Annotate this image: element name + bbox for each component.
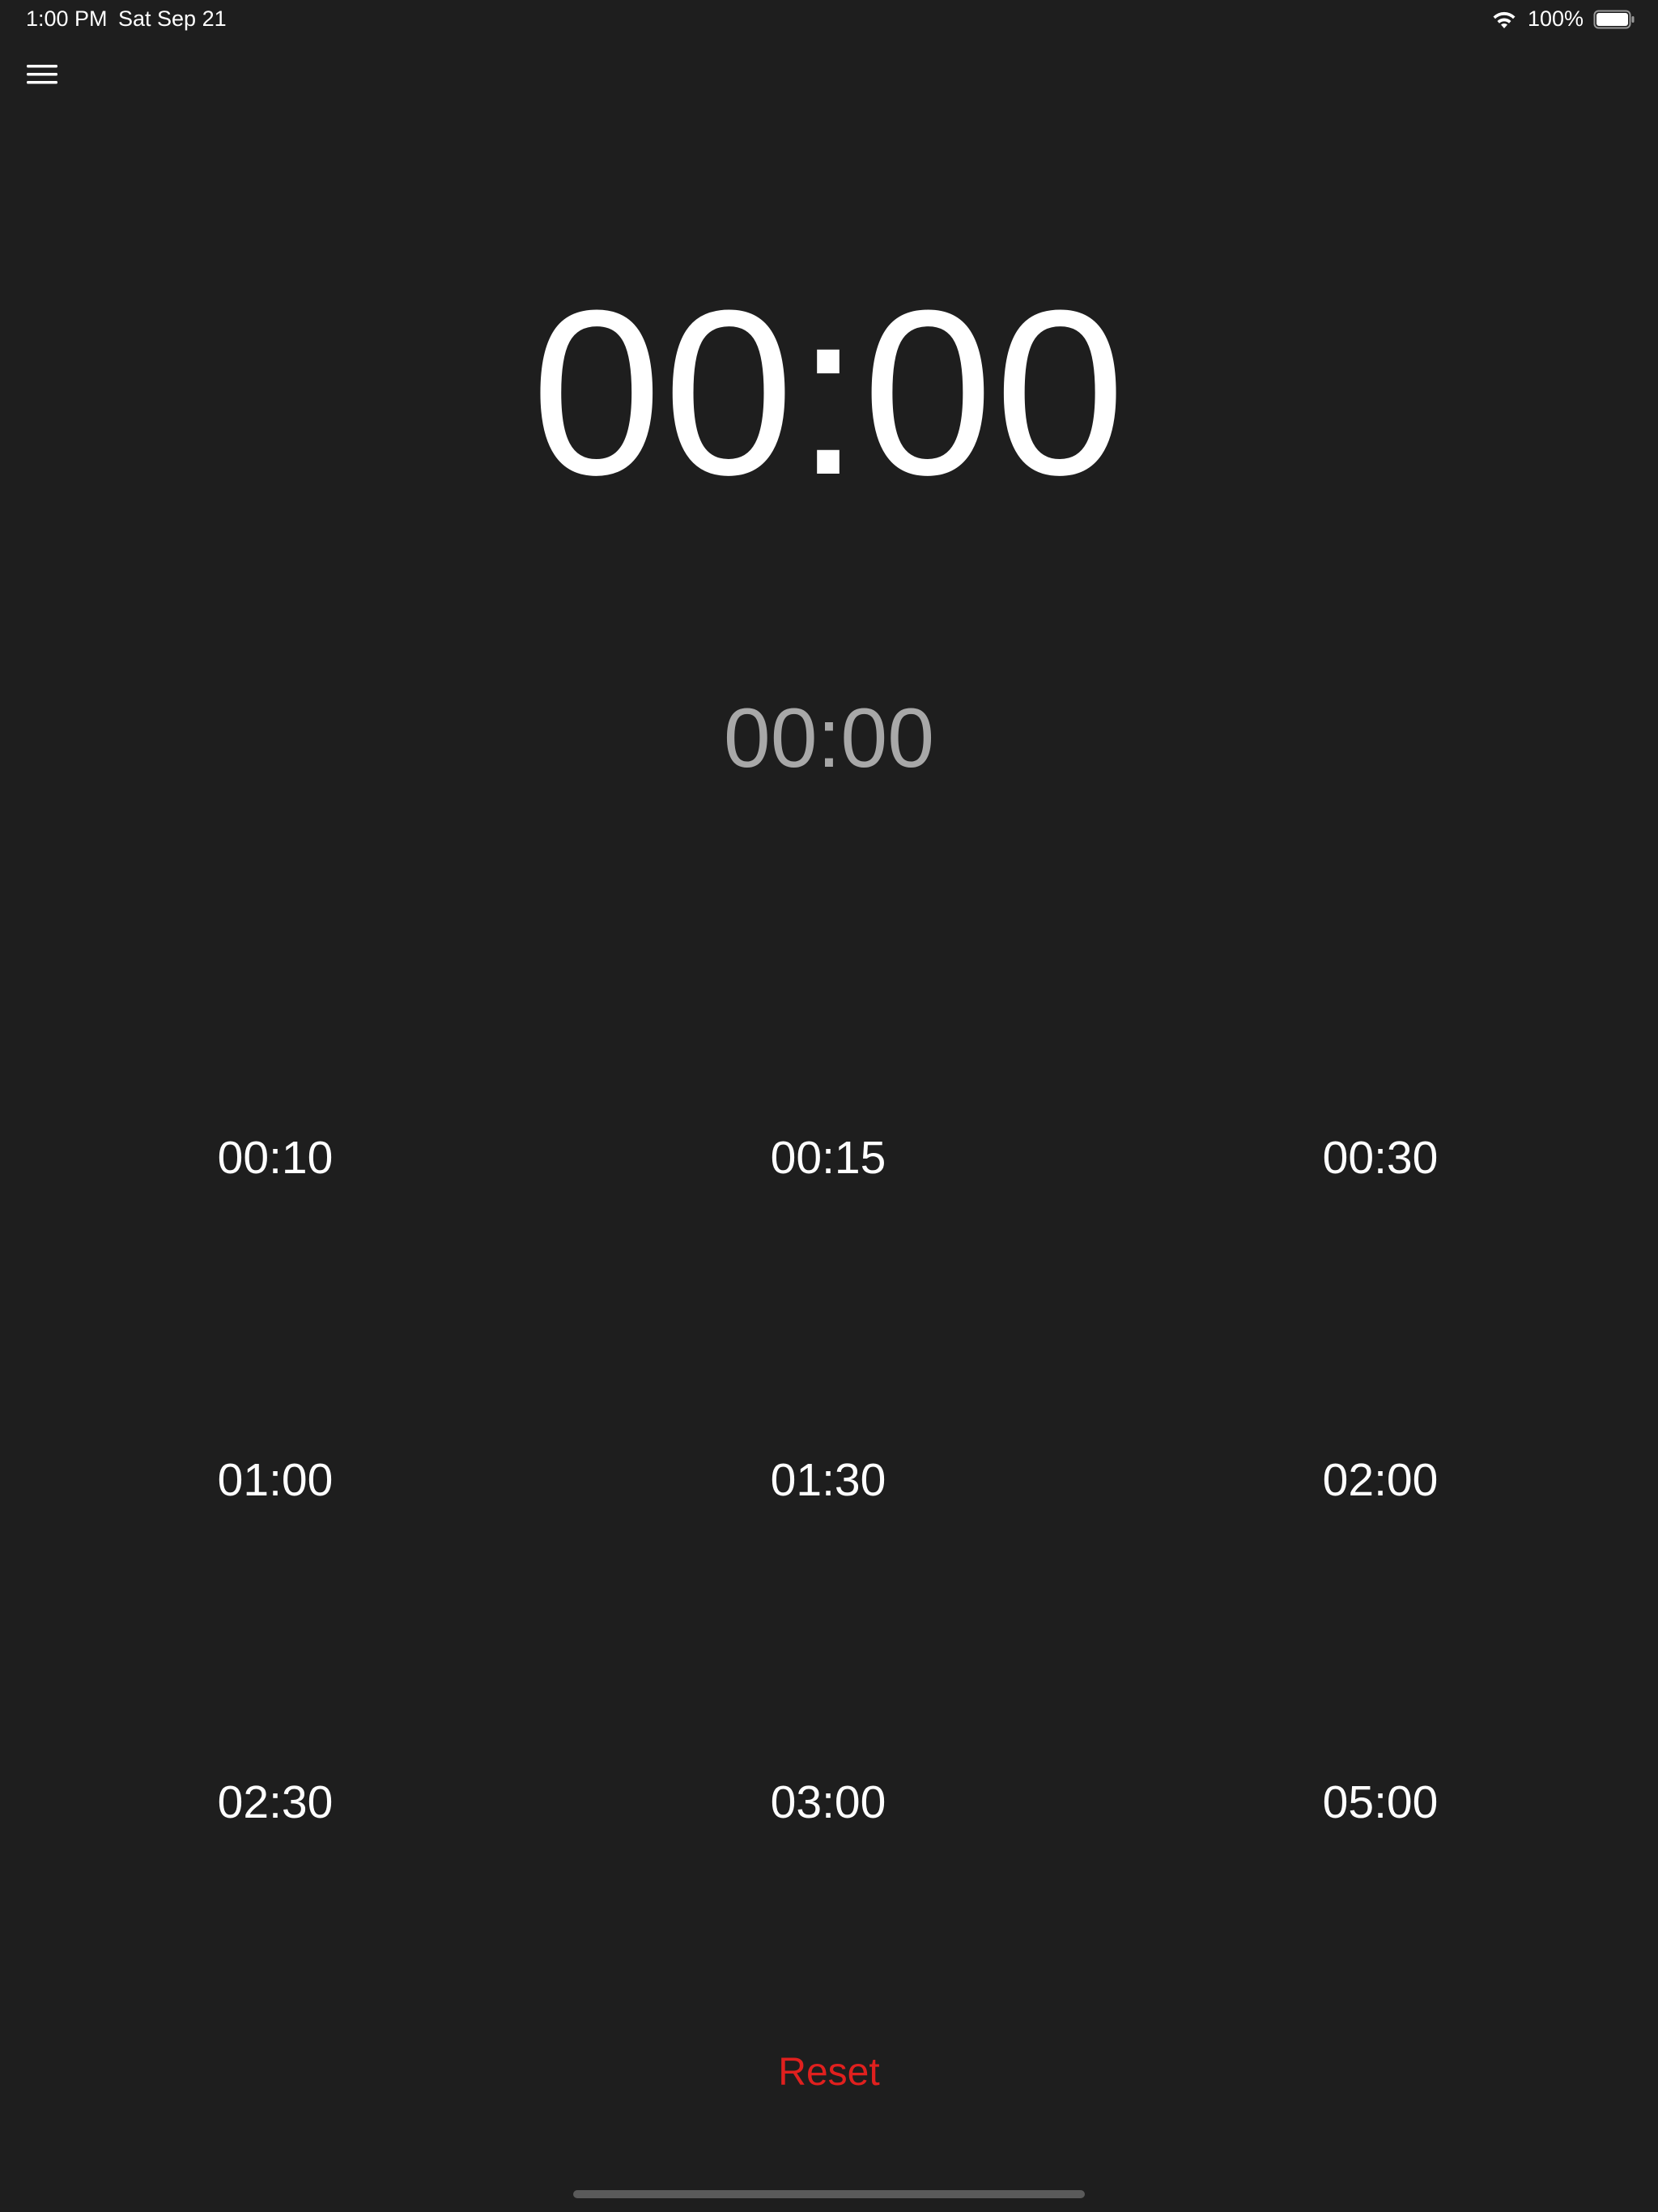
battery-full-icon [1593,9,1635,30]
preset-grid: 00:10 00:15 00:30 01:00 01:30 02:00 02:3… [0,1077,1658,2048]
home-indicator[interactable] [573,2190,1085,2198]
preset-button[interactable]: 05:00 [1218,1770,1542,1835]
preset-button[interactable]: 01:30 [666,1448,990,1512]
preset-button[interactable]: 00:10 [113,1125,437,1190]
preset-button[interactable]: 00:30 [1218,1125,1542,1190]
wifi-icon [1490,9,1518,30]
preset-button[interactable]: 00:15 [666,1125,990,1190]
preset-button[interactable]: 03:00 [666,1770,990,1835]
status-time: 1:00 PM [26,6,108,31]
status-indicators: 100% [1490,6,1635,32]
preset-button[interactable]: 02:30 [113,1770,437,1835]
reset-button[interactable]: Reset [0,2040,1658,2105]
preset-button[interactable]: 02:00 [1218,1448,1542,1512]
battery-percent: 100% [1527,6,1584,31]
main-timer-display: 00:00 [531,262,1127,524]
secondary-timer-display: 00:00 [723,691,935,785]
timer-screen: 1:00 PM Sat Sep 21 100% 00:00 00:00 00:1… [0,0,1658,2212]
status-bar: 1:00 PM Sat Sep 21 100% [0,0,1658,39]
menu-button[interactable] [23,57,62,92]
preset-button[interactable]: 01:00 [113,1448,437,1512]
hamburger-menu-icon [23,57,62,92]
status-date: Sat Sep 21 [118,6,227,31]
